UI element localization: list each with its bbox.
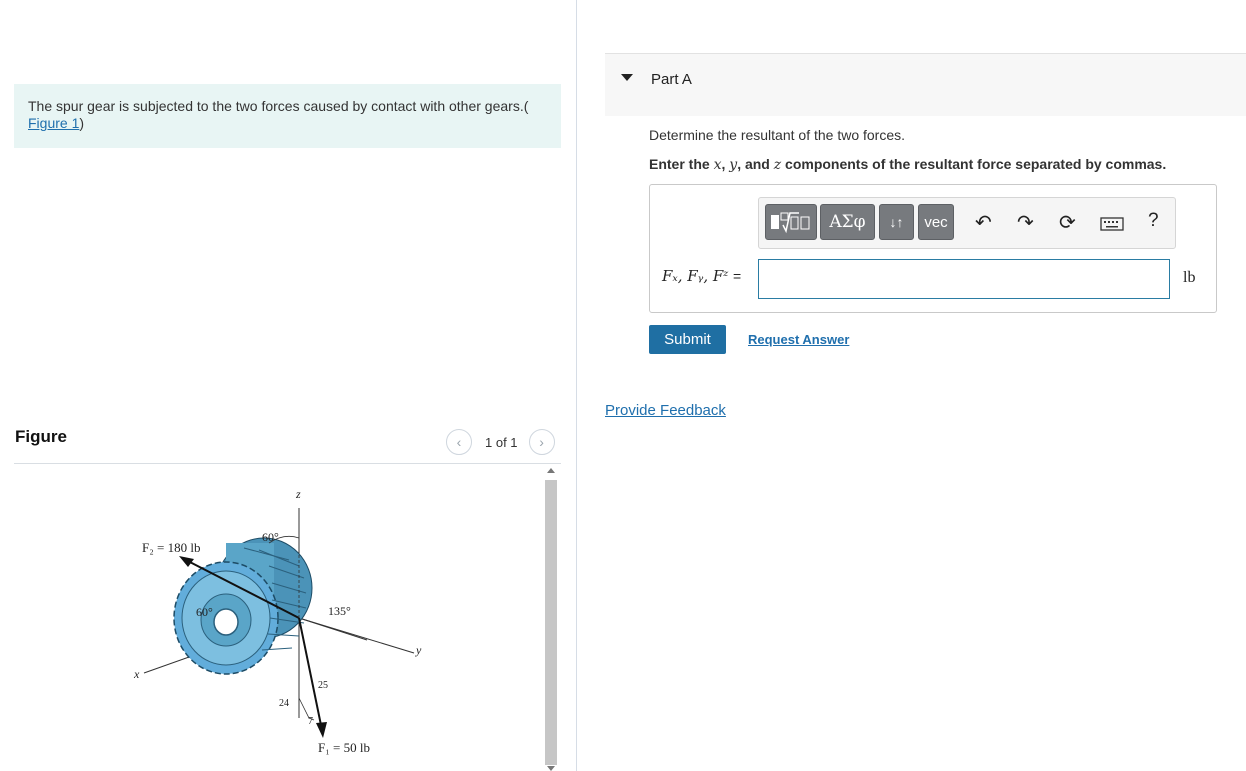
figure-scrollbar[interactable] — [543, 464, 559, 771]
label-angle-135: 135° — [328, 604, 351, 618]
problem-text: The spur gear is subjected to the two fo… — [28, 98, 529, 114]
math-toolbar: ΑΣφ ↓↑ vec ↶ ↷ ⟳ ? — [758, 197, 1176, 249]
part-a-header[interactable]: Part A — [605, 53, 1246, 116]
label-axis-z: z — [295, 487, 301, 501]
right-pane: Part A Determine the resultant of the tw… — [577, 0, 1246, 771]
left-pane: The spur gear is subjected to the two fo… — [0, 0, 576, 771]
f1-arrowhead — [316, 722, 327, 738]
spur-gear — [173, 537, 313, 675]
problem-close-paren: ) — [79, 115, 85, 131]
caret-down-icon[interactable] — [621, 74, 633, 81]
figure-divider — [14, 463, 561, 464]
problem-statement: The spur gear is subjected to the two fo… — [14, 84, 561, 148]
scroll-thumb[interactable] — [545, 480, 557, 765]
answer-box: ΑΣφ ↓↑ vec ↶ ↷ ⟳ ? Fₓ, Fᵧ, Fᶻ = lb — [649, 184, 1217, 313]
label-f1: F₁ = 50 lb — [318, 740, 370, 755]
label-angle-60-top: 60° — [262, 530, 279, 544]
label-axis-y: y — [415, 643, 422, 657]
submit-button[interactable]: Submit — [649, 325, 726, 354]
instruction-text: Enter the x, y, and z components of the … — [649, 156, 1166, 173]
help-button[interactable]: ? — [1148, 210, 1159, 232]
greek-symbols-button[interactable]: ΑΣφ — [820, 204, 875, 240]
label-f2: F₂ = 180 lb — [142, 540, 200, 555]
scroll-down-arrow-icon[interactable] — [547, 766, 555, 771]
label-slope-7: 7 — [308, 716, 313, 727]
redo-icon[interactable]: ↷ — [1017, 210, 1034, 235]
question-text: Determine the resultant of the two force… — [649, 127, 906, 143]
instruction-sep2: , and — [737, 156, 774, 172]
templates-button[interactable] — [765, 204, 817, 240]
label-axis-x: x — [133, 667, 140, 681]
equation-equals: = — [733, 268, 742, 284]
f1-arrow — [298, 617, 323, 731]
figure-title: Figure — [15, 427, 67, 446]
equation-vars: Fₓ, Fᵧ, Fᶻ — [662, 267, 729, 285]
vec-button[interactable]: vec — [918, 204, 954, 240]
scroll-up-arrow-icon[interactable] — [547, 468, 555, 473]
figure-link[interactable]: Figure 1 — [28, 115, 79, 131]
templates-icon — [771, 212, 810, 234]
label-slope-24: 24 — [279, 698, 289, 709]
reset-icon[interactable]: ⟳ — [1059, 210, 1076, 235]
label-slope-25: 25 — [318, 680, 328, 691]
label-angle-60-gear: 60° — [196, 605, 213, 619]
instruction-post: components of the resultant force separa… — [781, 156, 1167, 172]
keyboard-icon[interactable] — [1100, 217, 1124, 231]
undo-icon[interactable]: ↶ — [975, 210, 992, 235]
part-title: Part A — [651, 71, 692, 88]
pager-text: 1 of 1 — [485, 434, 518, 450]
figure-image: F₂ = 180 lb 60° 60° 135° z y x 25 24 7 F… — [133, 487, 422, 755]
arrows-button[interactable]: ↓↑ — [879, 204, 914, 240]
unit-label: lb — [1183, 269, 1196, 286]
chevron-left-icon[interactable]: ‹ — [446, 429, 472, 455]
instruction-pre: Enter the — [649, 156, 714, 172]
figure-pager: ‹ 1 of 1 › — [446, 428, 555, 456]
request-answer-link[interactable]: Request Answer — [748, 332, 849, 347]
provide-feedback-link[interactable]: Provide Feedback — [605, 402, 726, 419]
equation-label: Fₓ, Fᵧ, Fᶻ = — [662, 267, 741, 285]
answer-input[interactable] — [758, 259, 1170, 299]
f2-arrowhead — [179, 556, 194, 567]
angle-line-135 — [298, 617, 368, 641]
var-y: y — [729, 157, 738, 173]
chevron-right-icon[interactable]: › — [528, 429, 555, 455]
